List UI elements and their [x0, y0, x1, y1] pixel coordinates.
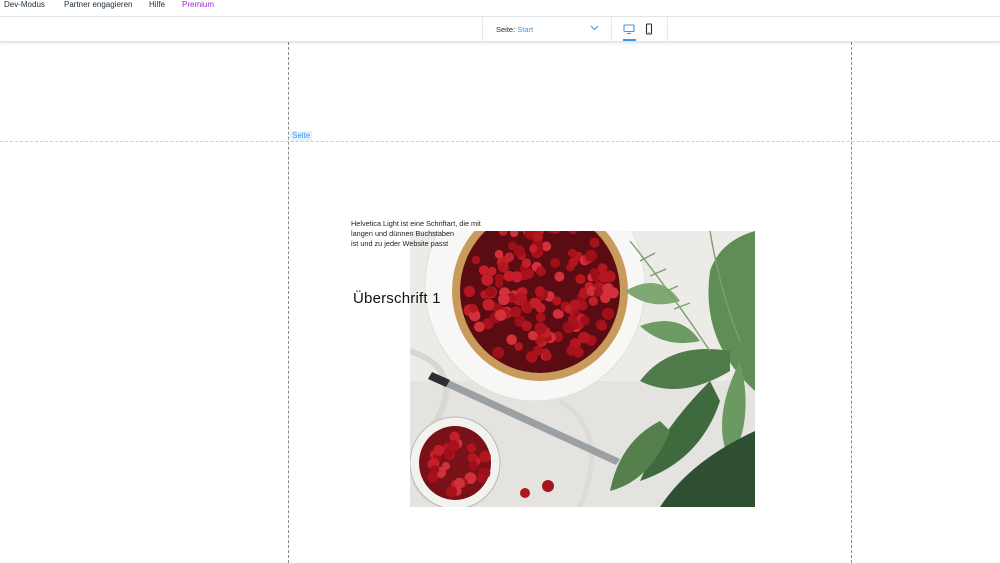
top-menu-bar: Dev-Modus Partner engagieren Hilfe Premi… [0, 0, 1000, 17]
berry [552, 309, 563, 319]
berry [521, 320, 532, 332]
editor-canvas: Seite Helvetica Light ist eine Schriftar… [0, 42, 1000, 563]
berry [607, 287, 619, 299]
berry [514, 342, 523, 351]
berry [532, 231, 543, 242]
berry [479, 451, 491, 463]
editor-toolbar: Seite: Start [0, 17, 1000, 42]
berry [598, 270, 611, 283]
berry [482, 298, 495, 311]
berry [494, 309, 507, 321]
berry [468, 304, 478, 313]
right-gridline [851, 42, 852, 563]
toolbar-divider [482, 17, 483, 41]
menu-premium[interactable]: Premium [182, 0, 214, 9]
berry [580, 315, 590, 326]
toolbar-divider [611, 17, 612, 41]
berry [494, 279, 504, 288]
berry [532, 345, 544, 356]
berry [481, 273, 494, 286]
berry [529, 244, 538, 253]
berry [566, 345, 578, 356]
berry [454, 477, 465, 489]
desktop-icon[interactable] [623, 23, 635, 35]
page-selector-value: Start [517, 25, 534, 34]
berry [575, 273, 586, 285]
berry [503, 270, 515, 282]
left-gridline [288, 42, 289, 563]
berry [506, 334, 517, 345]
berry [441, 461, 450, 471]
berry [567, 314, 577, 324]
berry [554, 271, 565, 282]
paragraph-line: langen und dünnen Buchstaben [351, 229, 455, 238]
berry [497, 261, 509, 273]
menu-hire-partner[interactable]: Partner engagieren [64, 0, 133, 9]
mobile-icon[interactable] [643, 23, 655, 35]
berry [445, 486, 458, 498]
berry [534, 322, 547, 335]
berry [550, 258, 560, 268]
berry [536, 312, 546, 323]
berry [468, 461, 478, 471]
berry [430, 465, 440, 475]
berry [471, 255, 481, 265]
berry [589, 237, 600, 248]
chevron-down-icon[interactable] [590, 25, 599, 31]
berry [433, 444, 445, 456]
berry [602, 307, 615, 320]
berry [494, 249, 504, 259]
berry [542, 351, 552, 361]
heading-text[interactable]: Überschrift 1 [353, 290, 441, 307]
berry [504, 252, 515, 262]
section-divider-line [0, 141, 1000, 142]
berry [585, 249, 598, 262]
berry [535, 266, 546, 277]
device-selected-indicator [623, 39, 636, 41]
berry [477, 473, 487, 483]
paragraph-line: ist und zu jeder Website passt [351, 239, 449, 248]
paragraph-line: Helvetica Light ist eine Schriftart, die… [351, 219, 481, 228]
berry [498, 293, 510, 306]
berry [466, 443, 476, 453]
berry [474, 321, 485, 333]
berry [589, 268, 599, 277]
section-tag[interactable]: Seite [290, 131, 313, 141]
berry [568, 257, 578, 267]
toolbar-divider [667, 17, 668, 41]
berry [492, 346, 505, 359]
page-selector-label: Seite: [496, 25, 516, 34]
berry [521, 258, 532, 268]
berry [447, 440, 460, 452]
berry [514, 292, 528, 305]
tart-photo-image[interactable] [410, 231, 755, 507]
berry [534, 286, 545, 297]
berry [485, 286, 496, 298]
berry [578, 331, 590, 344]
berry [588, 296, 598, 306]
berry [597, 321, 608, 331]
berry [463, 285, 476, 298]
berry [535, 303, 546, 313]
berry [569, 299, 581, 310]
berry [552, 296, 562, 306]
menu-help[interactable]: Hilfe [149, 0, 165, 9]
menu-dev-mode[interactable]: Dev-Modus [4, 0, 45, 9]
berry [568, 248, 577, 258]
text-paragraph[interactable]: Helvetica Light ist eine Schriftart, die… [351, 219, 521, 249]
page-selector[interactable]: Seite: Start [496, 25, 533, 34]
